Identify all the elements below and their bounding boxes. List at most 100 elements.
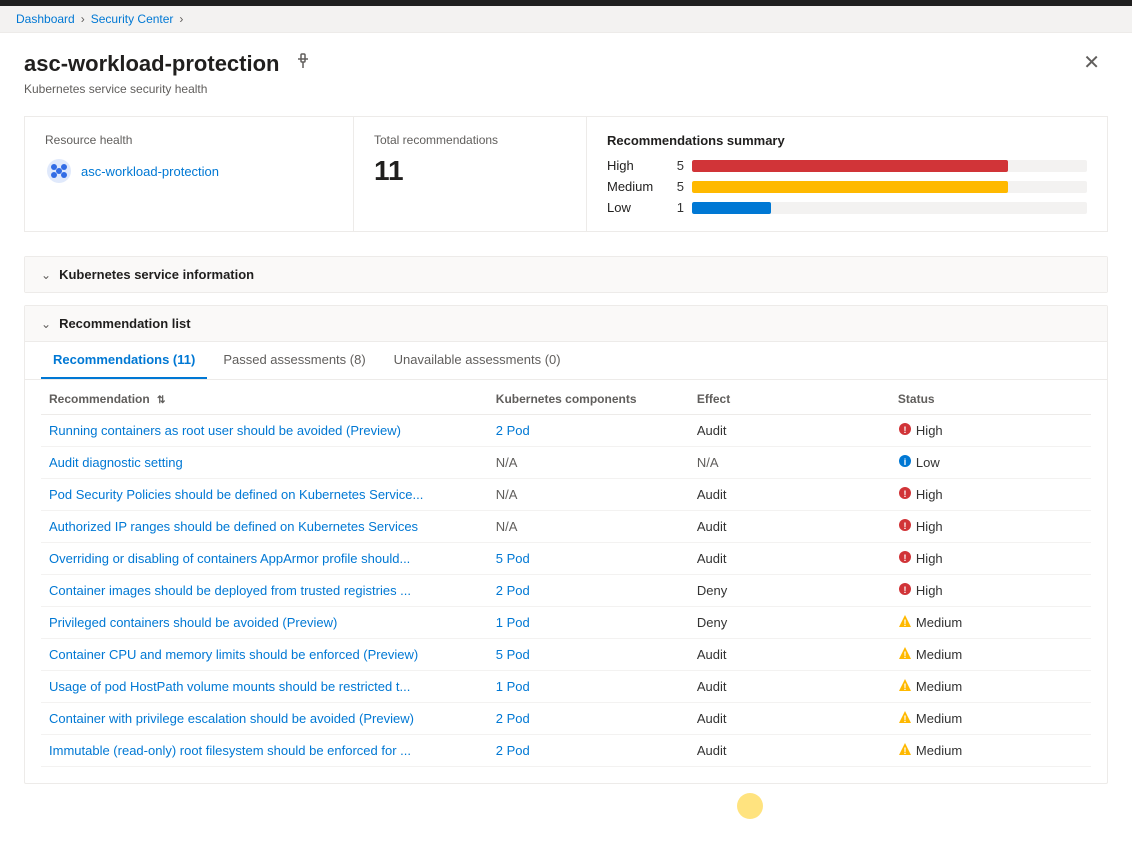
pin-button[interactable] bbox=[291, 49, 315, 78]
status-text: Medium bbox=[916, 615, 962, 630]
svg-text:!: ! bbox=[903, 553, 906, 563]
status-text: Medium bbox=[916, 711, 962, 726]
table-row[interactable]: Immutable (read-only) root filesystem sh… bbox=[41, 735, 1091, 767]
table-row[interactable]: Usage of pod HostPath volume mounts shou… bbox=[41, 671, 1091, 703]
k8s-component-cell: 2 Pod bbox=[488, 575, 689, 607]
bar-track-high bbox=[692, 160, 1087, 172]
col-header-k8s: Kubernetes components bbox=[488, 384, 689, 415]
status-badge: !High bbox=[898, 550, 943, 566]
status-cell: !High bbox=[890, 543, 1091, 575]
bar-fill-low bbox=[692, 202, 771, 214]
chevron-down-icon-rec: ⌄ bbox=[41, 317, 51, 331]
effect-cell: Deny bbox=[689, 607, 890, 639]
pod-link[interactable]: 2 Pod bbox=[496, 743, 530, 758]
svg-text:!: ! bbox=[903, 746, 906, 756]
rec-list-title: Recommendation list bbox=[59, 316, 190, 331]
col-header-recommendation[interactable]: Recommendation ⇅ bbox=[41, 384, 488, 415]
recommendation-link[interactable]: Container CPU and memory limits should b… bbox=[49, 647, 418, 662]
svg-text:!: ! bbox=[903, 489, 906, 499]
breadcrumb-sep-2: › bbox=[179, 12, 183, 26]
k8s-component-cell: N/A bbox=[488, 479, 689, 511]
status-text: Medium bbox=[916, 647, 962, 662]
bar-count-high: 5 bbox=[670, 158, 684, 173]
svg-text:!: ! bbox=[903, 618, 906, 628]
recommendation-link[interactable]: Privileged containers should be avoided … bbox=[49, 615, 337, 630]
bar-track-low bbox=[692, 202, 1087, 214]
close-button[interactable]: ✕ bbox=[1075, 49, 1108, 77]
tab-passed[interactable]: Passed assessments (8) bbox=[211, 342, 377, 379]
bar-row-low: Low 1 bbox=[607, 200, 1087, 215]
pod-link[interactable]: 2 Pod bbox=[496, 583, 530, 598]
table-row[interactable]: Container images should be deployed from… bbox=[41, 575, 1091, 607]
high-severity-icon: ! bbox=[898, 582, 912, 598]
table-row[interactable]: Container CPU and memory limits should b… bbox=[41, 639, 1091, 671]
recommendation-link[interactable]: Overriding or disabling of containers Ap… bbox=[49, 551, 410, 566]
recommendation-link[interactable]: Usage of pod HostPath volume mounts shou… bbox=[49, 679, 410, 694]
svg-text:!: ! bbox=[903, 585, 906, 595]
table-row[interactable]: Authorized IP ranges should be defined o… bbox=[41, 511, 1091, 543]
pod-link[interactable]: 1 Pod bbox=[496, 615, 530, 630]
recommendation-link[interactable]: Running containers as root user should b… bbox=[49, 423, 401, 438]
table-row[interactable]: Container with privilege escalation shou… bbox=[41, 703, 1091, 735]
table-row[interactable]: Pod Security Policies should be defined … bbox=[41, 479, 1091, 511]
bar-fill-medium bbox=[692, 181, 1008, 193]
effect-cell: Audit bbox=[689, 479, 890, 511]
breadcrumb: Dashboard › Security Center › bbox=[0, 6, 1132, 33]
pod-link[interactable]: 2 Pod bbox=[496, 423, 530, 438]
breadcrumb-dashboard[interactable]: Dashboard bbox=[16, 12, 75, 26]
total-recs-panel: Total recommendations 11 bbox=[354, 117, 587, 231]
breadcrumb-security-center[interactable]: Security Center bbox=[91, 12, 174, 26]
k8s-component-cell: N/A bbox=[488, 447, 689, 479]
status-badge: ! Medium bbox=[898, 742, 962, 758]
status-cell: !High bbox=[890, 511, 1091, 543]
bar-label-medium: Medium bbox=[607, 179, 662, 194]
k8s-section-header[interactable]: ⌄ Kubernetes service information bbox=[25, 257, 1107, 292]
recommendation-link[interactable]: Container with privilege escalation shou… bbox=[49, 711, 414, 726]
k8s-component-cell: 1 Pod bbox=[488, 671, 689, 703]
table-container: Recommendation ⇅ Kubernetes components E… bbox=[25, 384, 1107, 783]
recommendation-link[interactable]: Pod Security Policies should be defined … bbox=[49, 487, 423, 502]
resource-name[interactable]: asc-workload-protection bbox=[81, 164, 219, 179]
status-badge: !High bbox=[898, 518, 943, 534]
high-severity-icon: ! bbox=[898, 550, 912, 566]
tabs-bar: Recommendations (11) Passed assessments … bbox=[25, 342, 1107, 380]
tab-unavailable[interactable]: Unavailable assessments (0) bbox=[382, 342, 573, 379]
total-recs-label: Total recommendations bbox=[374, 133, 566, 147]
table-row[interactable]: Privileged containers should be avoided … bbox=[41, 607, 1091, 639]
rec-list-header[interactable]: ⌄ Recommendation list bbox=[25, 306, 1107, 342]
table-row[interactable]: Running containers as root user should b… bbox=[41, 415, 1091, 447]
status-cell: ! Medium bbox=[890, 703, 1091, 735]
pod-link[interactable]: 1 Pod bbox=[496, 679, 530, 694]
pod-link[interactable]: 5 Pod bbox=[496, 647, 530, 662]
status-text: Medium bbox=[916, 679, 962, 694]
medium-severity-icon: ! bbox=[898, 678, 912, 694]
k8s-component-cell: N/A bbox=[488, 511, 689, 543]
status-badge: ! Medium bbox=[898, 678, 962, 694]
status-text: Medium bbox=[916, 743, 962, 758]
bar-label-high: High bbox=[607, 158, 662, 173]
status-cell: !Medium bbox=[890, 639, 1091, 671]
recommendation-link[interactable]: Audit diagnostic setting bbox=[49, 455, 183, 470]
status-text: High bbox=[916, 423, 943, 438]
table-row[interactable]: Overriding or disabling of containers Ap… bbox=[41, 543, 1091, 575]
table-row[interactable]: Audit diagnostic settingN/AN/AiLow bbox=[41, 447, 1091, 479]
tab-recommendations[interactable]: Recommendations (11) bbox=[41, 342, 207, 379]
pod-link[interactable]: 2 Pod bbox=[496, 711, 530, 726]
rec-list-section: ⌄ Recommendation list Recommendations (1… bbox=[24, 305, 1108, 784]
low-severity-icon: i bbox=[898, 454, 912, 470]
pod-link[interactable]: 5 Pod bbox=[496, 551, 530, 566]
medium-severity-icon: ! bbox=[898, 614, 912, 630]
recommendation-link[interactable]: Authorized IP ranges should be defined o… bbox=[49, 519, 418, 534]
effect-cell: Audit bbox=[689, 703, 890, 735]
col-header-effect: Effect bbox=[689, 384, 890, 415]
page-header: asc-workload-protection ✕ bbox=[24, 49, 1108, 78]
recommendation-link[interactable]: Immutable (read-only) root filesystem sh… bbox=[49, 743, 411, 758]
page-subtitle: Kubernetes service security health bbox=[24, 82, 1108, 96]
status-cell: ! Medium bbox=[890, 735, 1091, 767]
effect-cell: Deny bbox=[689, 575, 890, 607]
main-container: asc-workload-protection ✕ Kubernetes ser… bbox=[0, 33, 1132, 800]
recommendation-link[interactable]: Container images should be deployed from… bbox=[49, 583, 411, 598]
medium-severity-icon: ! bbox=[898, 710, 912, 726]
resource-icon bbox=[45, 157, 73, 185]
status-text: Low bbox=[916, 455, 940, 470]
